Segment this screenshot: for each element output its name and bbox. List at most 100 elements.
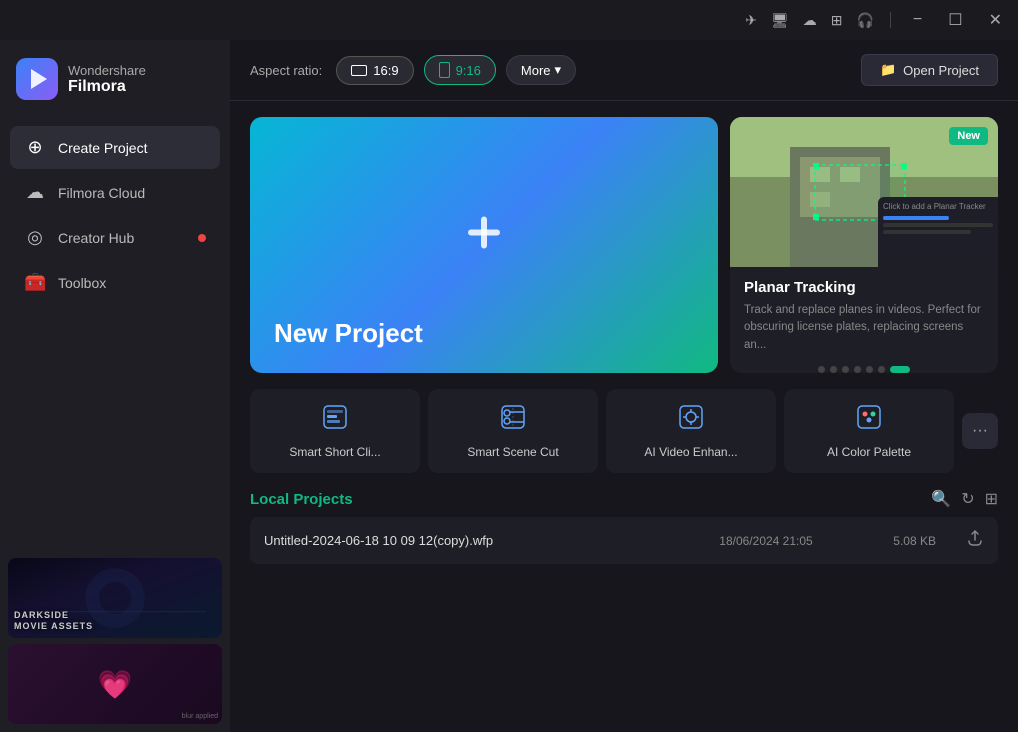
more-chevron-icon: ▾: [555, 62, 562, 78]
quick-actions: Smart Short Cli... Smart Scene Cut: [250, 389, 998, 473]
dot-3[interactable]: [842, 366, 849, 373]
aspect-ratio-label: Aspect ratio:: [250, 63, 322, 78]
project-filename: Untitled-2024-06-18 10 09 12(copy).wfp: [264, 533, 676, 548]
open-project-button[interactable]: 📁 Open Project: [861, 54, 998, 86]
main-layout: Wondershare Filmora ⊕ Create Project ☁ F…: [0, 40, 1018, 732]
aspect-9-16-button[interactable]: 9:16: [424, 55, 496, 85]
monitor-icon[interactable]: 🖥: [771, 12, 789, 29]
project-date: 18/06/2024 21:05: [696, 534, 836, 548]
refresh-projects-icon[interactable]: ↻: [961, 489, 974, 509]
minimize-button[interactable]: −: [907, 9, 928, 31]
titlebar-icons: ✈ 🖥 ☁ ⊞ 🎧: [745, 12, 874, 29]
hero-section: New Project New: [250, 117, 998, 373]
titlebar-controls: − ☐ ✕: [907, 8, 1008, 32]
open-project-folder-icon: 📁: [880, 62, 896, 78]
feature-card: New: [730, 117, 998, 373]
dot-1[interactable]: [818, 366, 825, 373]
aspect-9-16-label: 9:16: [456, 63, 481, 78]
dot-7-active[interactable]: [890, 366, 910, 373]
more-label: More: [521, 63, 551, 78]
local-projects-title: Local Projects: [250, 491, 353, 508]
creator-hub-badge: [198, 234, 206, 242]
logo-brand: Wondershare: [68, 63, 146, 78]
dot-6[interactable]: [878, 366, 885, 373]
toolbar: Aspect ratio: 16:9 9:16 More ▾ 📁 Open Pr…: [230, 40, 1018, 101]
app-logo-text: Wondershare Filmora: [68, 63, 146, 96]
sidebar-item-create-project[interactable]: ⊕ Create Project: [10, 126, 220, 169]
table-row[interactable]: Untitled-2024-06-18 10 09 12(copy).wfp 1…: [250, 517, 998, 564]
filmora-cloud-icon: ☁: [24, 182, 46, 203]
smart-scene-cut-button[interactable]: Smart Scene Cut: [428, 389, 598, 473]
sidebar-nav: ⊕ Create Project ☁ Filmora Cloud ◎ Creat…: [0, 118, 230, 550]
new-project-label: New Project: [274, 318, 423, 349]
search-projects-icon[interactable]: 🔍: [931, 489, 951, 509]
thumbnail-pink-icon: 💗: [98, 668, 133, 701]
cloud-upload-icon[interactable]: ☁: [803, 12, 817, 29]
thumbnail-pink[interactable]: 💗 blur applied: [8, 644, 222, 724]
titlebar: ✈ 🖥 ☁ ⊞ 🎧 − ☐ ✕: [0, 0, 1018, 40]
sidebar-item-toolbox[interactable]: 🧰 Toolbox: [10, 261, 220, 304]
feature-description: Track and replace planes in videos. Perf…: [744, 302, 984, 354]
sidebar-thumbnails: DARKSIDEMOVIE ASSETS 💗 blur applied: [0, 550, 230, 732]
sidebar-label-create-project: Create Project: [58, 140, 147, 156]
sidebar: Wondershare Filmora ⊕ Create Project ☁ F…: [0, 40, 230, 732]
sidebar-logo: Wondershare Filmora: [0, 40, 230, 118]
local-projects-actions: 🔍 ↻ ⊞: [931, 489, 998, 509]
ai-color-palette-icon: [855, 403, 883, 437]
dot-2[interactable]: [830, 366, 837, 373]
new-project-plus-icon: [462, 211, 506, 264]
sidebar-item-creator-hub[interactable]: ◎ Creator Hub: [10, 216, 220, 259]
more-actions-button[interactable]: ···: [962, 413, 998, 449]
headset-icon[interactable]: 🎧: [856, 12, 873, 29]
app-logo-icon: [16, 58, 58, 100]
grid-view-icon[interactable]: ⊞: [985, 489, 998, 509]
ai-video-enhance-label: AI Video Enhan...: [644, 445, 737, 459]
aspect-16-9-icon: [351, 65, 367, 76]
titlebar-divider: [890, 12, 891, 28]
feature-info: Planar Tracking Track and replace planes…: [730, 267, 998, 366]
more-button[interactable]: More ▾: [506, 55, 576, 85]
smart-scene-cut-icon: [499, 403, 527, 437]
aspect-16-9-button[interactable]: 16:9: [336, 56, 413, 85]
aspect-16-9-label: 16:9: [373, 63, 398, 78]
logo-name: Filmora: [68, 78, 146, 96]
content-area: Aspect ratio: 16:9 9:16 More ▾ 📁 Open Pr…: [230, 40, 1018, 732]
sidebar-label-creator-hub: Creator Hub: [58, 230, 134, 246]
ai-video-enhance-button[interactable]: AI Video Enhan...: [606, 389, 776, 473]
project-size: 5.08 KB: [856, 534, 936, 548]
ai-color-palette-label: AI Color Palette: [827, 445, 911, 459]
smart-short-clip-label: Smart Short Cli...: [289, 445, 380, 459]
dot-4[interactable]: [854, 366, 861, 373]
feature-title: Planar Tracking: [744, 279, 984, 296]
aspect-9-16-icon: [439, 62, 450, 78]
feature-new-badge: New: [949, 127, 988, 145]
sidebar-label-toolbox: Toolbox: [58, 275, 106, 291]
restore-button[interactable]: ☐: [942, 8, 968, 32]
smart-short-clip-icon: [321, 403, 349, 437]
local-projects-header: Local Projects 🔍 ↻ ⊞: [250, 489, 998, 509]
open-project-label: Open Project: [903, 63, 979, 78]
more-actions-icon: ···: [972, 422, 988, 440]
feature-controls-overlay: Click to add a Planar Tracker: [878, 197, 998, 267]
toolbox-icon: 🧰: [24, 272, 46, 293]
smart-short-clip-button[interactable]: Smart Short Cli...: [250, 389, 420, 473]
creator-hub-icon: ◎: [24, 227, 46, 248]
close-button[interactable]: ✕: [983, 8, 1008, 32]
new-project-card[interactable]: New Project: [250, 117, 718, 373]
thumbnail-darkside[interactable]: DARKSIDEMOVIE ASSETS: [8, 558, 222, 638]
sidebar-item-filmora-cloud[interactable]: ☁ Filmora Cloud: [10, 171, 220, 214]
dot-5[interactable]: [866, 366, 873, 373]
ai-color-palette-button[interactable]: AI Color Palette: [784, 389, 954, 473]
sidebar-label-filmora-cloud: Filmora Cloud: [58, 185, 145, 201]
toolbar-right: 📁 Open Project: [861, 54, 998, 86]
project-upload-icon[interactable]: [966, 529, 984, 552]
local-projects: Local Projects 🔍 ↻ ⊞ Untitled-2024-06-18…: [250, 489, 998, 564]
thumbnail-darkside-text: DARKSIDEMOVIE ASSETS: [14, 610, 93, 632]
ai-video-enhance-icon: [677, 403, 705, 437]
share-icon[interactable]: ✈: [745, 12, 757, 29]
carousel-dots: [730, 366, 998, 373]
grid-icon[interactable]: ⊞: [831, 12, 843, 29]
create-project-icon: ⊕: [24, 137, 46, 158]
content-body: New Project New: [230, 101, 1018, 732]
smart-scene-cut-label: Smart Scene Cut: [467, 445, 558, 459]
